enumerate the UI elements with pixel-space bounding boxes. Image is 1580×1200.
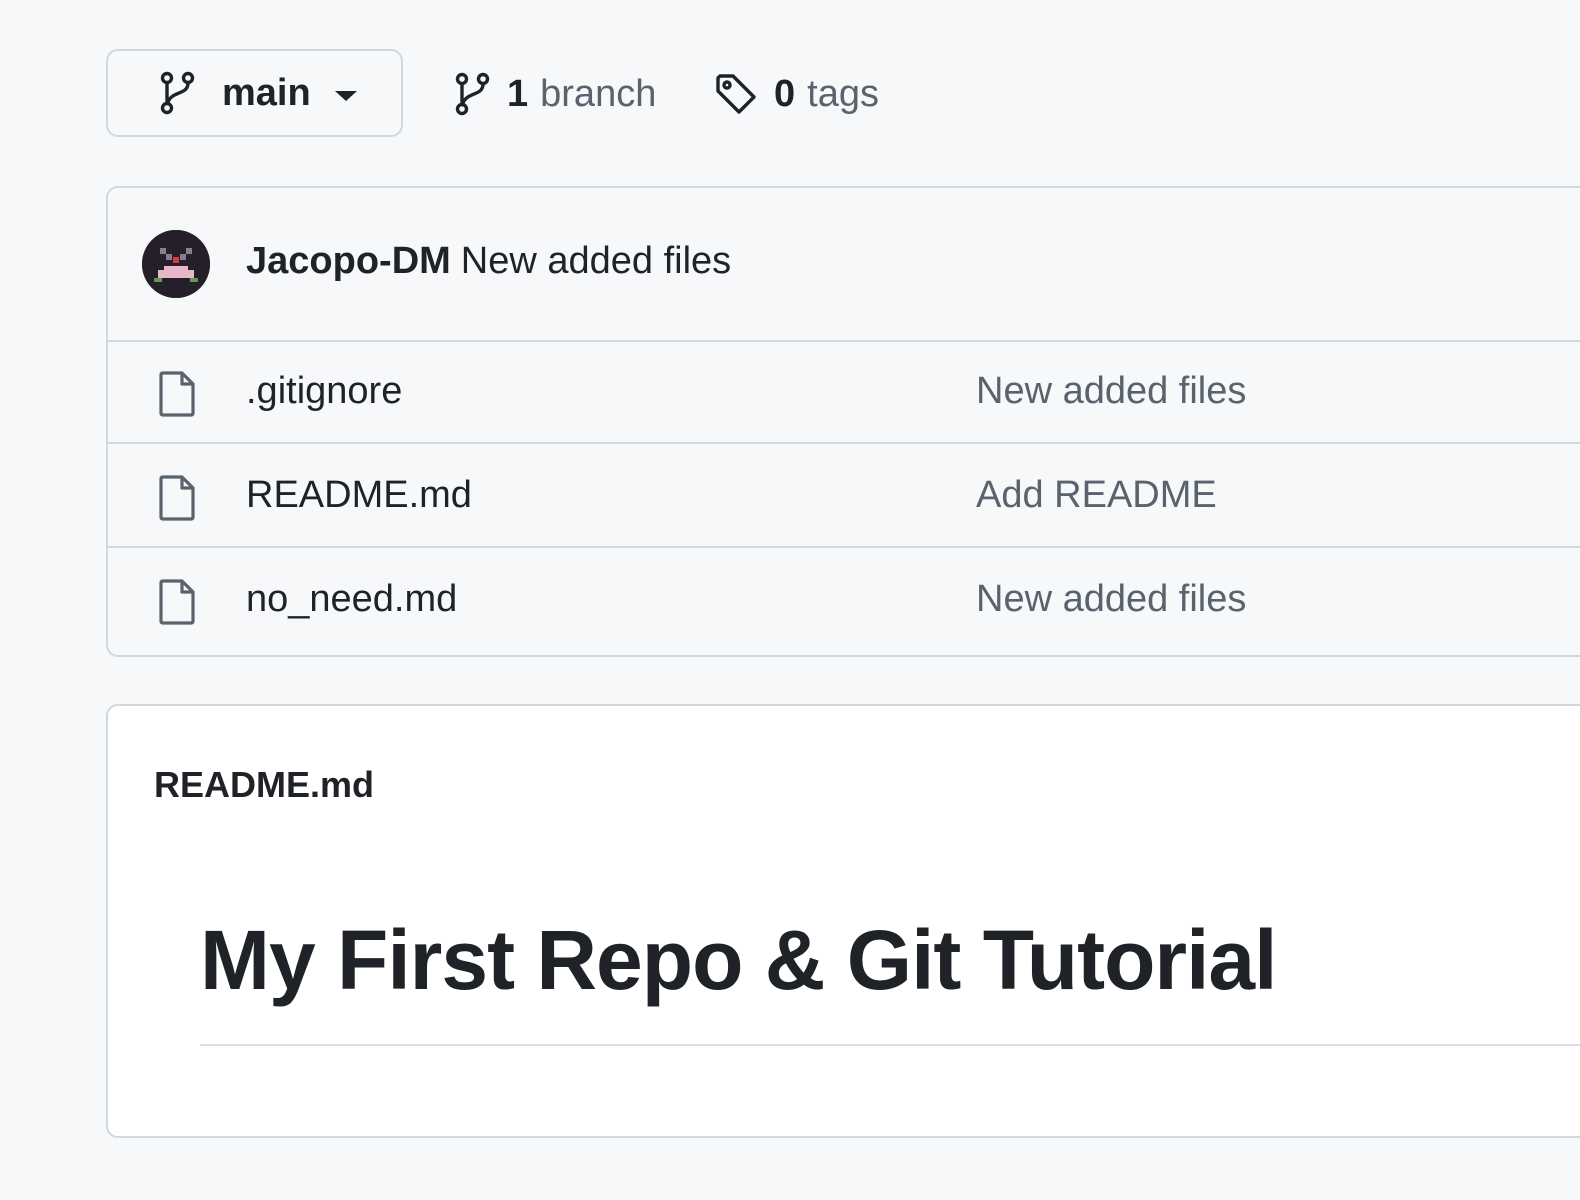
file-name-link[interactable]: .gitignore bbox=[246, 370, 402, 413]
branches-link[interactable]: 1 branch bbox=[453, 68, 656, 120]
file-icon bbox=[158, 371, 196, 417]
file-row[interactable]: .gitignore New added files bbox=[108, 340, 1580, 444]
branches-count: 1 bbox=[507, 72, 529, 115]
file-icon bbox=[158, 475, 196, 521]
caret-down-icon bbox=[334, 91, 357, 101]
git-branch-icon bbox=[455, 72, 490, 116]
file-row[interactable]: no_need.md New added files bbox=[108, 548, 1580, 652]
file-commit-message-link[interactable]: Add README bbox=[976, 474, 1217, 517]
branch-selector-button[interactable]: main bbox=[106, 49, 403, 137]
file-row[interactable]: README.md Add README bbox=[108, 444, 1580, 548]
commit-message-link[interactable]: New added files bbox=[461, 240, 731, 282]
tags-label: tags bbox=[807, 72, 879, 115]
readme-panel: README.md My First Repo & Git Tutorial bbox=[106, 704, 1580, 1138]
git-branch-icon bbox=[158, 71, 196, 115]
branch-selector-label: main bbox=[222, 71, 311, 114]
tag-icon bbox=[716, 74, 756, 114]
readme-filename[interactable]: README.md bbox=[154, 764, 374, 806]
file-name-link[interactable]: no_need.md bbox=[246, 578, 457, 621]
file-commit-message-link[interactable]: New added files bbox=[976, 370, 1246, 413]
readme-heading: My First Repo & Git Tutorial bbox=[200, 913, 1277, 1007]
file-commit-message-link[interactable]: New added files bbox=[976, 578, 1246, 621]
commit-summary: Jacopo-DM New added files bbox=[246, 240, 731, 283]
commit-author-link[interactable]: Jacopo-DM bbox=[246, 240, 451, 282]
file-listing: Jacopo-DM New added files .gitignore New … bbox=[106, 186, 1580, 657]
latest-commit-header: Jacopo-DM New added files bbox=[108, 188, 1580, 342]
file-icon bbox=[158, 579, 196, 625]
readme-heading-divider bbox=[200, 1044, 1580, 1046]
tags-link[interactable]: 0 tags bbox=[714, 68, 879, 120]
branches-label: branch bbox=[540, 72, 657, 115]
tags-count: 0 bbox=[774, 72, 796, 115]
avatar[interactable] bbox=[142, 230, 210, 298]
file-name-link[interactable]: README.md bbox=[246, 474, 472, 517]
